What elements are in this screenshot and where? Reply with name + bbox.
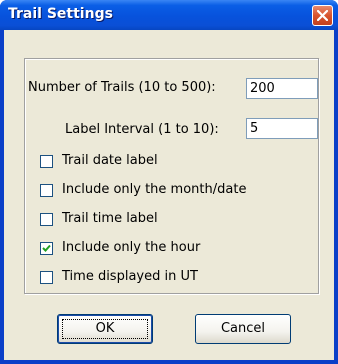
checkbox[interactable]: [40, 184, 53, 197]
title-bar[interactable]: Trail Settings: [0, 0, 338, 30]
num-trails-label: Number of Trails (10 to 500):: [28, 80, 216, 95]
cancel-button[interactable]: Cancel: [195, 314, 291, 344]
checkbox[interactable]: [40, 213, 53, 226]
ok-button[interactable]: OK: [57, 314, 153, 344]
checkbox[interactable]: [40, 155, 53, 168]
num-trails-input[interactable]: [246, 78, 318, 99]
label-interval-label: Label Interval (1 to 10):: [65, 122, 219, 137]
option-label: Trail time label: [62, 211, 158, 226]
checkmark-icon: [42, 244, 51, 252]
window-title: Trail Settings: [8, 6, 113, 22]
close-button[interactable]: [312, 5, 333, 26]
option-label: Trail date label: [62, 153, 158, 168]
focus-rectangle: [62, 319, 148, 339]
dialog-body: Number of Trails (10 to 500): Label Inte…: [4, 30, 334, 360]
close-icon: [317, 10, 328, 21]
option-label: Time displayed in UT: [62, 269, 198, 284]
cancel-button-label: Cancel: [220, 321, 266, 336]
dialog-window: Trail Settings Number of Trails (10 to 5…: [0, 0, 338, 364]
checkbox[interactable]: [40, 271, 53, 284]
label-interval-input[interactable]: [246, 118, 318, 139]
option-label: Include only the month/date: [62, 182, 247, 197]
checkbox[interactable]: [40, 242, 53, 255]
option-label: Include only the hour: [62, 240, 201, 255]
